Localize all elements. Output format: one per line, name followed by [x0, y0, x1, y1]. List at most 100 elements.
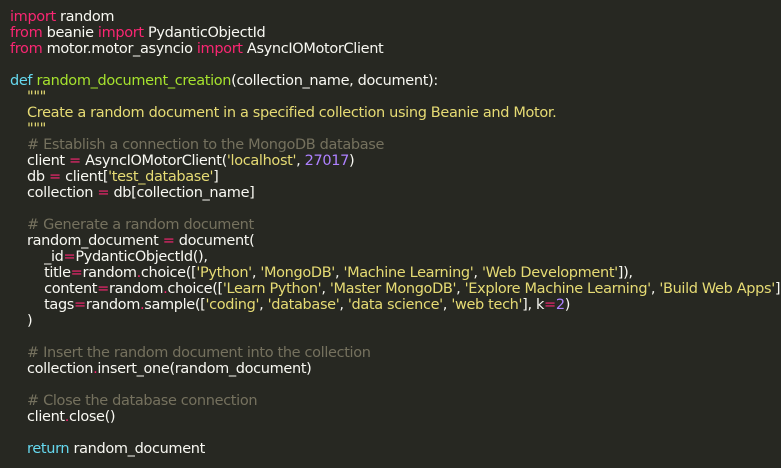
code-text: , [296, 153, 305, 169]
code-text: content [10, 281, 98, 297]
keyword-token: import [10, 9, 56, 25]
code-text: , [456, 281, 465, 297]
code-line: ) [10, 313, 781, 329]
function-name-token: random_document_creation [36, 73, 232, 89]
code-text: _id [10, 249, 64, 265]
code-text: PydanticObjectId [143, 25, 266, 41]
code-line: def random_document_creation(collection_… [10, 73, 781, 89]
operator-token: = [63, 249, 76, 265]
code-text: collection [10, 361, 94, 377]
string-token: 'Python' [196, 265, 252, 281]
string-token: 'web tech' [451, 297, 523, 313]
code-text: beanie [42, 25, 98, 41]
code-line: return random_document [10, 441, 781, 457]
code-line: import random [10, 9, 781, 25]
operator-token: = [70, 265, 83, 281]
operator-token: = [162, 233, 175, 249]
code-line: Create a random document in a specified … [10, 105, 781, 121]
string-token: 'database' [267, 297, 340, 313]
code-editor[interactable]: import random from beanie import Pydantic… [0, 0, 781, 468]
code-text: insert_one(random_document) [97, 361, 312, 377]
code-line: from beanie import PydanticObjectId [10, 25, 781, 41]
code-text: ) [564, 297, 571, 313]
code-line: client.close() [10, 409, 781, 425]
code-text: random [108, 281, 164, 297]
code-text: random [55, 9, 115, 25]
code-line: # Establish a connection to the MongoDB … [10, 137, 781, 153]
operator-token: = [74, 297, 86, 313]
code-text: random [85, 297, 140, 313]
code-text: , [321, 281, 330, 297]
operator-token: = [97, 185, 110, 201]
code-line: collection.insert_one(random_document) [10, 361, 781, 377]
code-line: # Generate a random document [10, 217, 781, 233]
code-text: title [10, 265, 71, 281]
string-token: 'MongoDB' [260, 265, 335, 281]
code-text: document( [174, 233, 255, 249]
string-token: 'Web Development' [481, 265, 618, 281]
string-token: """ [10, 89, 46, 105]
code-text: random_document [10, 233, 163, 249]
code-line: from motor.motor_asyncio import AsyncIOM… [10, 41, 781, 57]
code-text: client [10, 409, 65, 425]
def-keyword-token: def [10, 73, 33, 89]
comment-token: # Establish a connection to the MongoDB … [10, 137, 385, 153]
code-text: ]), [774, 281, 781, 297]
number-token: 2 [555, 297, 565, 313]
code-text: ]), [617, 265, 633, 281]
code-text: random_document [69, 441, 206, 457]
code-line: """ [10, 89, 781, 105]
code-line: title=random.choice(['Python', 'MongoDB'… [10, 265, 781, 281]
code-line: # Insert the random document into the co… [10, 345, 781, 361]
code-line: db = client['test_database'] [10, 169, 781, 185]
code-text: db[collection_name] [109, 185, 255, 201]
operator-token: = [544, 297, 556, 313]
code-line: client = AsyncIOMotorClient('localhost',… [10, 153, 781, 169]
code-text: motor.motor_asyncio [42, 41, 197, 57]
string-token: 'Machine Learning' [343, 265, 474, 281]
code-text: ) [349, 153, 355, 169]
code-text: , [339, 297, 348, 313]
code-text: AsyncIOMotorClient [242, 41, 384, 57]
string-token: Create a random document in a specified … [10, 105, 557, 121]
code-text: collection [10, 185, 98, 201]
code-text: ] [213, 169, 219, 185]
code-text: sample([ [144, 297, 206, 313]
operator-token: = [69, 153, 81, 169]
keyword-token: from [10, 41, 43, 57]
code-text: (collection_name, document): [231, 73, 438, 89]
code-text: ], k [522, 297, 545, 313]
operator-token: = [49, 169, 61, 185]
code-text: PydanticObjectId(), [75, 249, 208, 265]
code-line: content=random.choice(['Learn Python', '… [10, 281, 781, 297]
code-line: """ [10, 121, 781, 137]
code-text: close() [69, 409, 116, 425]
keyword-token: import [196, 41, 243, 57]
code-text: , [473, 265, 482, 281]
operator-token: = [97, 281, 109, 297]
string-token: 'Explore Machine Learning' [464, 281, 652, 297]
comment-token: # Close the database connection [10, 393, 258, 409]
code-text: choice([ [140, 265, 197, 281]
string-token: 'test_database' [108, 169, 214, 185]
code-text: , [259, 297, 268, 313]
def-keyword-token: return [10, 441, 70, 457]
code-line: # Close the database connection [10, 393, 781, 409]
string-token: 'localhost' [226, 153, 297, 169]
code-line: tags=random.sample(['coding', 'database'… [10, 297, 781, 313]
comment-token: # Insert the random document into the co… [10, 345, 371, 361]
code-text: random [82, 265, 137, 281]
code-text: db [10, 169, 50, 185]
string-token: 'Master MongoDB' [329, 281, 457, 297]
code-line: _id=PydanticObjectId(), [10, 249, 781, 265]
keyword-token: import [97, 25, 144, 41]
code-line: random_document = document( [10, 233, 781, 249]
code-text: client[ [60, 169, 109, 185]
code-text: client [10, 153, 70, 169]
string-token: 'coding' [205, 297, 260, 313]
